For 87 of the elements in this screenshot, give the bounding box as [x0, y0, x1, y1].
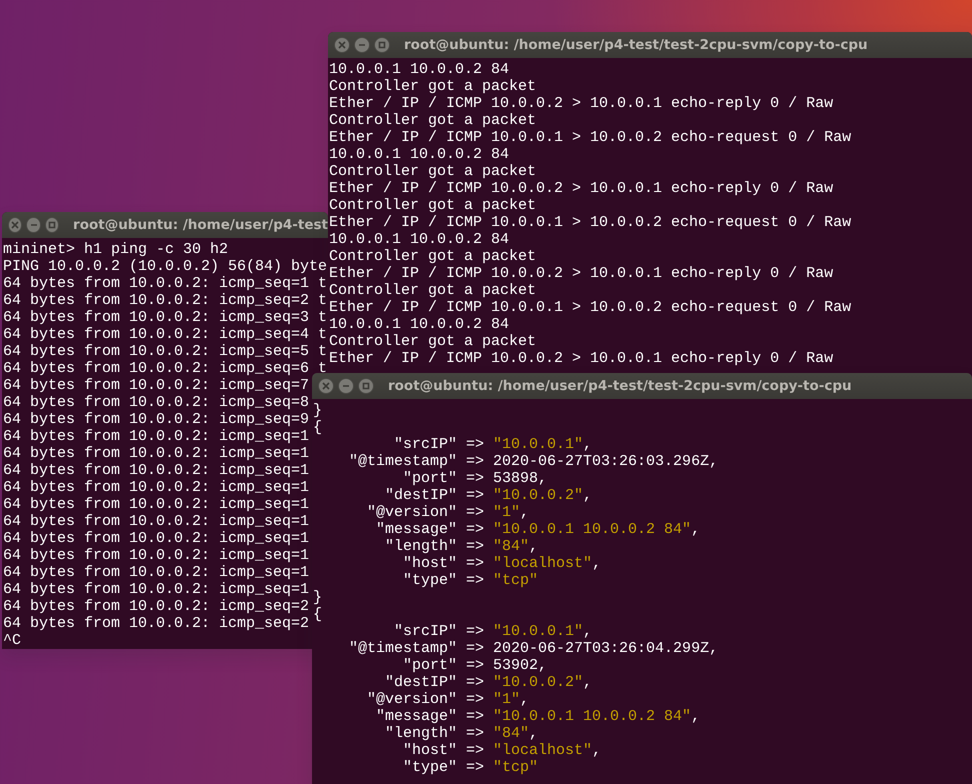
- terminal-line: PING 10.0.0.2 (10.0.0.2) 56(84) byte: [3, 258, 328, 275]
- terminal-line: Ether / IP / ICMP 10.0.0.2 > 10.0.0.1 echo-reply 0 / Raw: [329, 265, 834, 282]
- minimize-icon: [358, 41, 366, 49]
- terminal-line: 64 bytes from 10.0.0.2: icmp_seq=1: [3, 445, 310, 462]
- maximize-button[interactable]: [374, 37, 390, 53]
- terminal-line: "port" => 53902,: [402, 657, 548, 674]
- terminal-line: "@timestamp" => 2020-06-27T03:26:03.296Z,: [348, 453, 718, 470]
- terminal-line: {: [313, 419, 322, 436]
- terminal-line: 64 bytes from 10.0.0.2: icmp_seq=9: [3, 411, 310, 428]
- terminal-line: Controller got a packet: [329, 282, 536, 299]
- terminal-line: 64 bytes from 10.0.0.2: icmp_seq=1: [3, 581, 310, 598]
- terminal-line: Controller got a packet: [329, 112, 536, 129]
- terminal-line: 64 bytes from 10.0.0.2: icmp_seq=1: [3, 462, 310, 479]
- terminal-line: 64 bytes from 10.0.0.2: icmp_seq=1: [3, 479, 310, 496]
- minimize-icon: [30, 221, 38, 229]
- terminal-line: Controller got a packet: [329, 197, 536, 214]
- minimize-button[interactable]: [338, 378, 354, 394]
- terminal-line: Controller got a packet: [329, 248, 536, 265]
- terminal-line: Ether / IP / ICMP 10.0.0.2 > 10.0.0.1 echo-reply 0 / Raw: [329, 95, 834, 112]
- terminal-line: Ether / IP / ICMP 10.0.0.1 > 10.0.0.2 echo-request 0 / Raw: [329, 214, 852, 231]
- terminal-line: "destIP" => "10.0.0.2",: [384, 487, 592, 504]
- maximize-icon: [362, 382, 370, 390]
- terminal-line: "@timestamp" => 2020-06-27T03:26:04.299Z,: [348, 640, 718, 657]
- close-button[interactable]: [334, 37, 350, 53]
- window-title: root@ubuntu: /home/user/p4-test/test-2cpu-svm/copy-to-cpu: [404, 36, 868, 55]
- terminal-line: Controller got a packet: [329, 78, 536, 95]
- terminal-line: Ether / IP / ICMP 10.0.0.1 > 10.0.0.2 echo-request 0 / Raw: [329, 129, 852, 146]
- close-icon: [11, 221, 20, 229]
- maximize-button[interactable]: [44, 217, 60, 233]
- title-bar[interactable]: root@ubuntu: /home/user/p4-test/test-2cpu-svm/copy-to-cpu: [312, 373, 972, 399]
- terminal-line: 10.0.0.1 10.0.0.2 84: [329, 61, 510, 78]
- terminal-line: 10.0.0.1 10.0.0.2 84: [329, 231, 510, 248]
- terminal-line: 64 bytes from 10.0.0.2: icmp_seq=1: [3, 428, 310, 445]
- terminal-line: 64 bytes from 10.0.0.2: icmp_seq=2 t: [3, 292, 328, 309]
- terminal-line: "port" => 53898,: [402, 470, 548, 487]
- terminal-line: "length" => "84",: [384, 725, 538, 742]
- terminal-line: Ether / IP / ICMP 10.0.0.2 > 10.0.0.1 echo-reply 0 / Raw: [329, 350, 834, 367]
- terminal-line: "srcIP" => "10.0.0.1",: [393, 436, 592, 453]
- terminal-line: "type" => "tcp": [402, 572, 538, 589]
- terminal-line: 64 bytes from 10.0.0.2: icmp_seq=4 t: [3, 326, 328, 343]
- terminal-line: ^C: [3, 632, 22, 649]
- terminal-line: 64 bytes from 10.0.0.2: icmp_seq=1: [3, 547, 310, 564]
- terminal-line: "@version" => "1",: [366, 504, 530, 521]
- close-button[interactable]: [318, 378, 334, 394]
- terminal-line: 64 bytes from 10.0.0.2: icmp_seq=2: [3, 615, 310, 632]
- terminal-line: 64 bytes from 10.0.0.2: icmp_seq=8: [3, 394, 310, 411]
- title-bar[interactable]: root@ubuntu: /home/user/p4-test/test-2cpu-svm/copy-to-cpu: [328, 32, 972, 58]
- terminal-line: 64 bytes from 10.0.0.2: icmp_seq=5 t: [3, 343, 328, 360]
- terminal-line: 64 bytes from 10.0.0.2: icmp_seq=2: [3, 598, 310, 615]
- terminal-line: 64 bytes from 10.0.0.2: icmp_seq=1: [3, 513, 310, 530]
- terminal-line: 64 bytes from 10.0.0.2: icmp_seq=1: [3, 564, 310, 581]
- terminal-line: }: [313, 402, 322, 419]
- terminal-line: "type" => "tcp": [402, 759, 538, 776]
- window-title: root@ubuntu: /home/user/p4-test: [73, 216, 328, 235]
- terminal-line: 64 bytes from 10.0.0.2: icmp_seq=1: [3, 496, 310, 513]
- terminal-line: "host" => "localhost",: [402, 555, 602, 572]
- terminal-line: 64 bytes from 10.0.0.2: icmp_seq=1: [3, 530, 310, 547]
- terminal-line: Ether / IP / ICMP 10.0.0.1 > 10.0.0.2 echo-request 0 / Raw: [329, 299, 852, 316]
- close-icon: [338, 41, 346, 49]
- minimize-button[interactable]: [26, 217, 41, 233]
- terminal-line: "message" => "10.0.0.1 10.0.0.2 84",: [375, 521, 700, 538]
- minimize-button[interactable]: [354, 37, 370, 53]
- terminal-line: Controller got a packet: [329, 163, 536, 180]
- terminal-line: "length" => "84",: [384, 538, 538, 555]
- terminal-line: 10.0.0.1 10.0.0.2 84: [329, 316, 510, 333]
- close-button[interactable]: [8, 217, 22, 233]
- window-title: root@ubuntu: /home/user/p4-test/test-2cpu-svm/copy-to-cpu: [388, 376, 852, 396]
- maximize-button[interactable]: [358, 378, 374, 394]
- terminal-line: mininet> h1 ping -c 30 h2: [3, 241, 228, 258]
- terminal-line: }: [313, 589, 322, 606]
- title-bar[interactable]: root@ubuntu: /home/user/p4-test: [2, 212, 328, 238]
- terminal-line: Controller got a packet: [329, 333, 536, 350]
- terminal-line: 64 bytes from 10.0.0.2: icmp_seq=1 t: [3, 275, 328, 292]
- terminal-line: Ether / IP / ICMP 10.0.0.2 > 10.0.0.1 echo-reply 0 / Raw: [329, 180, 834, 197]
- terminal-line: "destIP" => "10.0.0.2",: [384, 674, 592, 691]
- terminal-line: 10.0.0.1 10.0.0.2 84: [329, 146, 510, 163]
- maximize-icon: [48, 221, 56, 229]
- terminal-line: "@version" => "1",: [366, 691, 530, 708]
- terminal-line: "host" => "localhost",: [402, 742, 602, 759]
- terminal-line: 64 bytes from 10.0.0.2: icmp_seq=7: [3, 377, 310, 394]
- minimize-icon: [342, 382, 350, 390]
- terminal-line: {: [313, 606, 322, 623]
- close-icon: [322, 382, 330, 390]
- terminal-line: "message" => "10.0.0.1 10.0.0.2 84",: [375, 708, 700, 725]
- terminal-line: "srcIP" => "10.0.0.1",: [393, 623, 592, 640]
- maximize-icon: [378, 41, 386, 49]
- terminal-line: 64 bytes from 10.0.0.2: icmp_seq=3 t: [3, 309, 328, 326]
